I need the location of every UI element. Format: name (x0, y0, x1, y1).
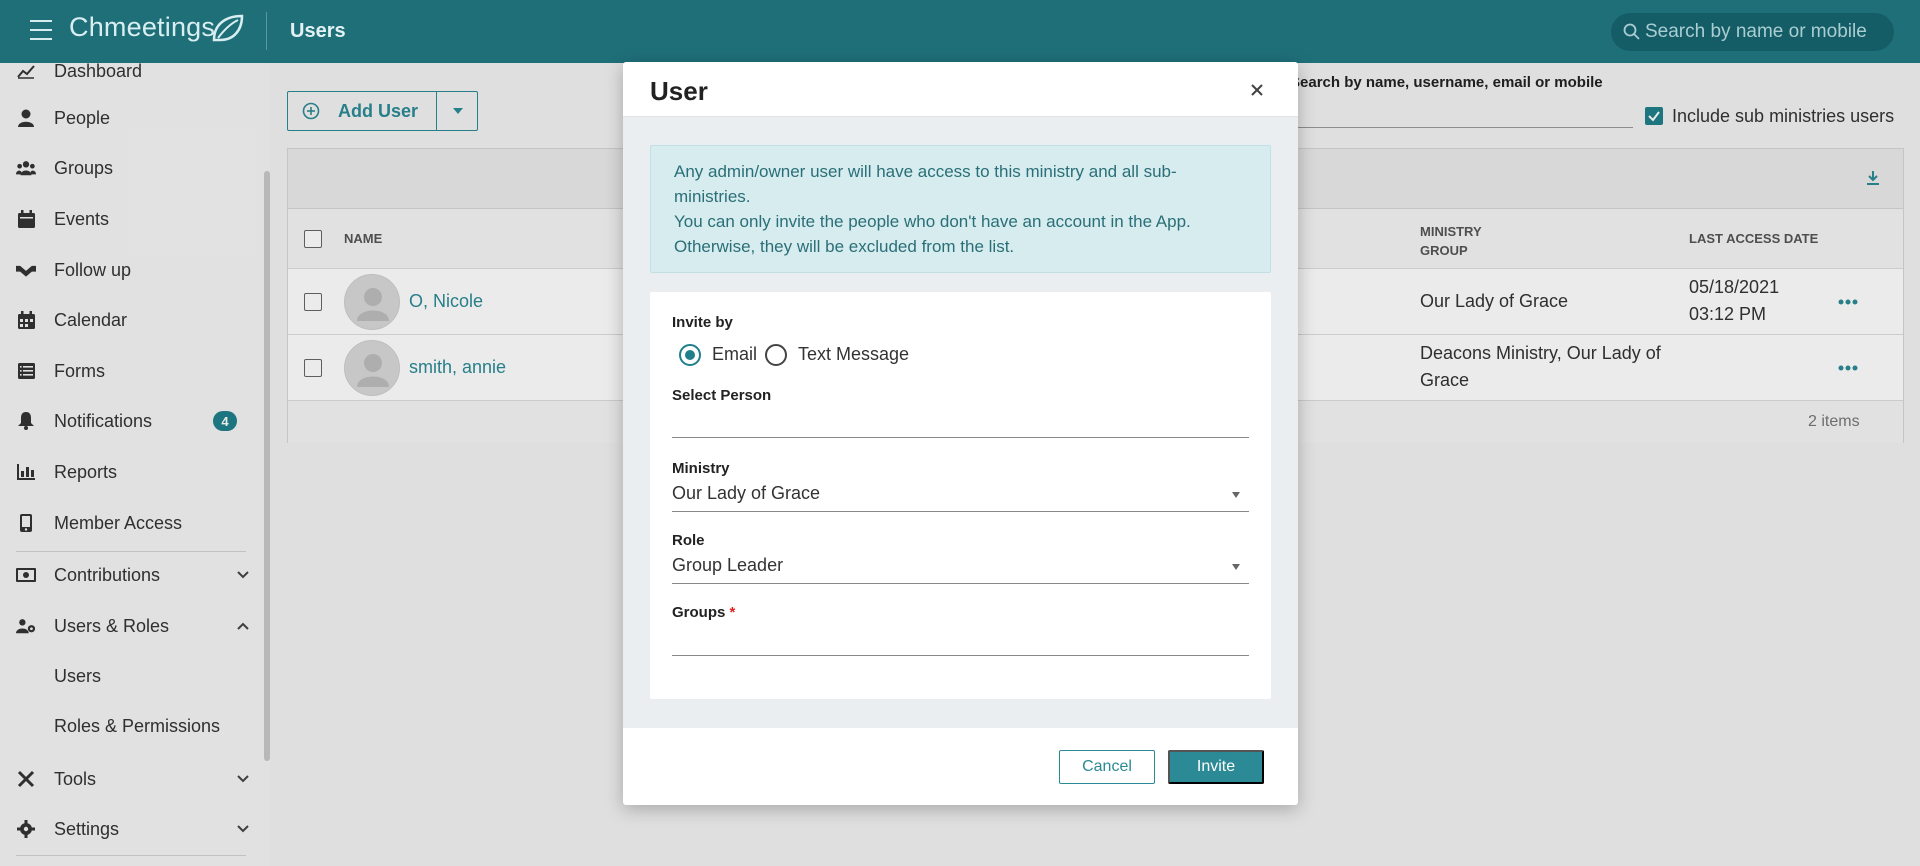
dialog-body: Any admin/owner user will have access to… (623, 117, 1298, 728)
dialog-header: User (623, 62, 1298, 117)
invite-button[interactable]: Invite (1168, 750, 1264, 784)
groups-label: Groups * (672, 604, 735, 621)
logo-leaf-icon (212, 14, 244, 42)
invite-email-label[interactable]: Email (712, 344, 757, 365)
ministry-dropdown-caret-icon[interactable] (1232, 492, 1240, 498)
select-person-underline (672, 437, 1249, 438)
select-person-label: Select Person (672, 387, 772, 404)
groups-input[interactable] (672, 627, 1249, 653)
ministry-select[interactable]: Our Lady of Grace (672, 483, 820, 504)
invite-form: Invite by Email Text Message Select Pers… (650, 292, 1271, 699)
invite-text-message-radio[interactable] (765, 344, 787, 366)
page-title: Users (290, 20, 346, 42)
invite-by-label: Invite by (672, 314, 733, 331)
ministry-underline (672, 511, 1249, 512)
top-search-placeholder: Search by name or mobile (1645, 21, 1867, 42)
topbar-divider (266, 12, 267, 50)
ministry-label: Ministry (672, 460, 730, 477)
top-search-input[interactable]: Search by name or mobile (1611, 13, 1894, 51)
dialog-footer: Cancel Invite (623, 728, 1298, 805)
user-dialog: User Any admin/owner user will have acce… (623, 62, 1298, 805)
alert-line: ministries. (674, 187, 751, 206)
role-select[interactable]: Group Leader (672, 555, 783, 576)
top-bar: Chmeetings Users Search by name or mobil… (0, 0, 1920, 63)
invite-text-message-label[interactable]: Text Message (798, 344, 909, 365)
alert-line: You can only invite the people who don't… (674, 212, 1191, 231)
invite-email-radio[interactable] (679, 344, 701, 366)
info-alert: Any admin/owner user will have access to… (650, 145, 1271, 273)
groups-underline (672, 655, 1249, 656)
role-label: Role (672, 532, 705, 549)
cancel-button[interactable]: Cancel (1059, 750, 1155, 784)
role-dropdown-caret-icon[interactable] (1232, 564, 1240, 570)
dialog-title: User (650, 76, 708, 106)
groups-label-text: Groups (672, 604, 726, 621)
required-asterisk: * (729, 604, 736, 621)
search-icon (1623, 23, 1640, 40)
hamburger-menu-icon[interactable] (30, 20, 52, 40)
close-icon[interactable] (1249, 82, 1265, 98)
brand-logo[interactable]: Chmeetings (69, 12, 215, 43)
alert-line: Otherwise, they will be excluded from th… (674, 237, 1015, 256)
role-underline (672, 583, 1249, 584)
alert-line: Any admin/owner user will have access to… (674, 162, 1177, 181)
